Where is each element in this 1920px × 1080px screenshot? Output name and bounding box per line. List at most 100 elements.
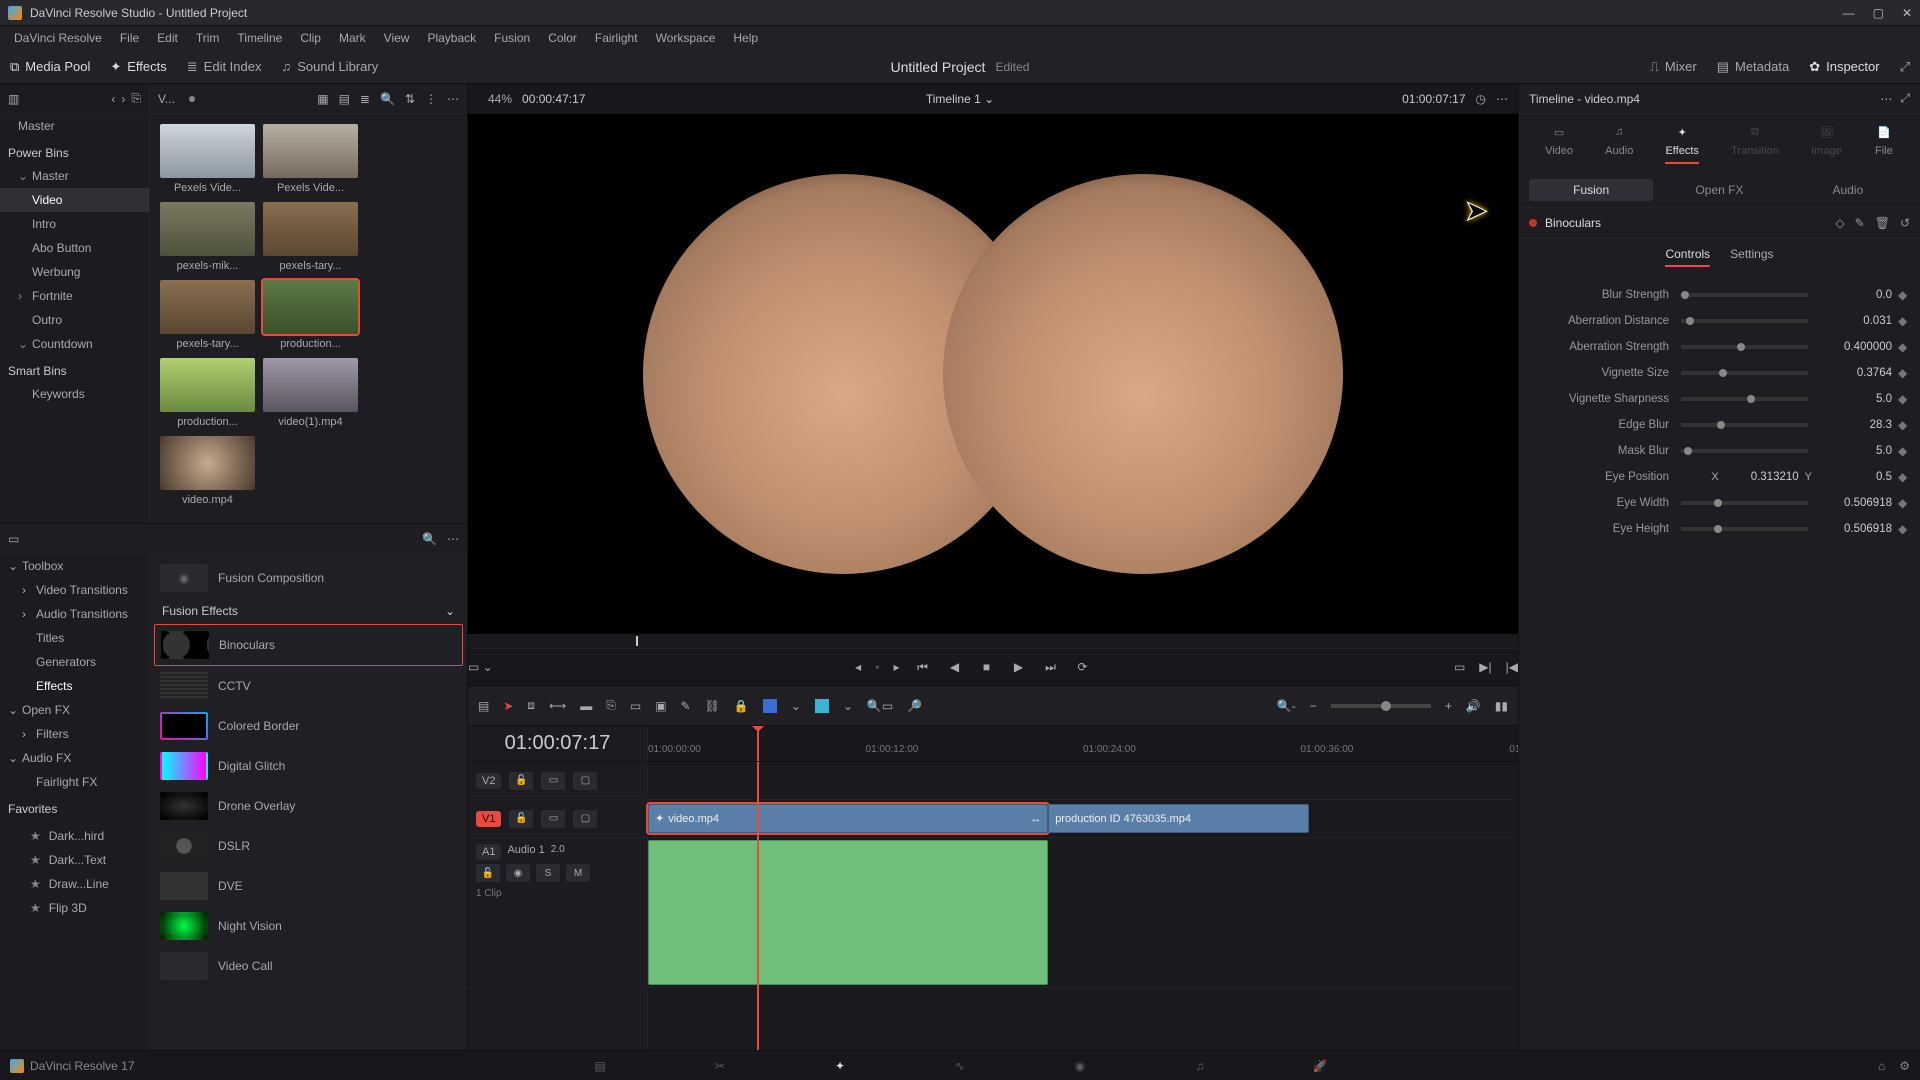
play-icon[interactable]: ▶ [1010,658,1028,676]
fx-binoculars[interactable]: Binoculars [154,624,463,666]
viewer-more-icon[interactable]: ⋯ [1496,92,1508,106]
bin-video[interactable]: Video [0,188,149,212]
inspector-tab-video[interactable]: ▭Video [1545,122,1573,164]
media-pool-button[interactable]: ⧉Media Pool [10,59,90,75]
page-fairlight[interactable]: ♫ [1190,1056,1210,1076]
fx-tree-dark...hird[interactable]: ★Dark...hird [0,824,149,848]
param-value[interactable]: 0.031 [1820,315,1892,327]
more-icon[interactable]: ⋯ [447,92,459,106]
param-value[interactable]: 5.0 [1820,393,1892,405]
bin-abo-button[interactable]: Abo Button [0,236,149,260]
zoom-slider[interactable] [1331,704,1431,708]
param-slider[interactable] [1681,423,1808,427]
arm-a1[interactable]: ◉ [506,864,530,882]
keyframe-icon[interactable]: ◆ [1898,314,1910,328]
param-value[interactable]: 0.506918 [1820,497,1892,509]
param-value[interactable]: 0.3764 [1820,367,1892,379]
menu-workspace[interactable]: Workspace [648,28,724,48]
menu-timeline[interactable]: Timeline [229,28,290,48]
lock-v2-icon[interactable]: 🔓 [509,772,533,790]
stop-icon[interactable]: ■ [978,658,996,676]
go-start-icon[interactable]: |◀ [1506,660,1518,674]
fx-colored-border[interactable]: Colored Border [154,706,463,746]
timeline-name[interactable]: Timeline 1 ⌄ [926,92,994,106]
menu-help[interactable]: Help [725,28,766,48]
effects-button[interactable]: ✦Effects [110,59,166,75]
bin-master[interactable]: Master [0,114,149,138]
track-a1[interactable] [648,838,1518,988]
step-back-icon[interactable]: ◀ [946,658,964,676]
clip-thumb[interactable]: production... [263,280,358,350]
bin-filter-icon[interactable]: ⎘ [131,91,141,106]
next-edit-icon[interactable]: ▸ [893,660,899,674]
zoom-out-icon[interactable]: 🔍- [1277,699,1296,713]
clip-thumb[interactable]: Pexels Vide... [263,124,358,194]
bin-outro[interactable]: Outro [0,308,149,332]
edit-index-button[interactable]: ≣Edit Index [187,59,262,75]
home-icon[interactable]: ⌂ [1878,1059,1885,1073]
track-head-v1[interactable]: V1 🔓 ▭ ▢ [468,800,647,838]
sound-library-button[interactable]: ♫Sound Library [282,59,379,74]
timeline-ruler[interactable]: 01:00:00:0001:00:12:0001:00:24:0001:00:3… [648,726,1518,761]
param-slider[interactable] [1681,371,1808,375]
page-fusion[interactable]: ∿ [950,1056,970,1076]
menu-clip[interactable]: Clip [292,28,329,48]
bin-master[interactable]: ⌄Master [0,164,149,188]
zoom-plus[interactable]: + [1445,699,1452,713]
trim-tool-icon[interactable]: ⧈ [527,698,535,713]
expand-button[interactable]: ⤢ [1900,59,1910,75]
clip-production[interactable]: production ID 4763035.mp4 [1048,804,1309,833]
clip-thumb[interactable]: pexels-tary... [263,202,358,272]
disable-v2[interactable]: ▢ [573,772,597,790]
keyframe-icon[interactable]: ◆ [1898,522,1910,536]
fx-reset-icon[interactable]: ↺ [1900,216,1910,230]
page-deliver[interactable]: 🚀 [1310,1056,1330,1076]
smart-bin-keywords[interactable]: Keywords [0,382,149,406]
razor-icon[interactable]: ✎ [681,699,691,713]
clip-thumb[interactable]: production... [160,358,255,428]
solo-a1[interactable]: S [536,864,560,882]
eyepos-x[interactable]: 0.313210 [1727,471,1799,483]
fx-tree-dark...text[interactable]: ★Dark...Text [0,848,149,872]
fx-fusion-composition[interactable]: ◉ Fusion Composition [154,558,463,598]
first-frame-icon[interactable]: ⏮ [914,658,932,676]
track-v2[interactable] [648,762,1518,800]
keyframe-icon[interactable]: ◆ [1898,418,1910,432]
bin-next[interactable]: › [121,92,125,106]
fx-delete-icon[interactable]: 🗑 [1875,216,1890,230]
keyframe-icon[interactable]: ◆ [1898,392,1910,406]
sort-dropdown[interactable]: V... [158,92,175,106]
prev-edit-icon[interactable]: ◂ [855,660,861,674]
track-head-a1[interactable]: A1 Audio 1 2.0 🔓 ◉ S M 1 Clip [468,838,647,988]
zoom-minus[interactable]: − [1310,699,1317,713]
clip-thumb[interactable]: video.mp4 [160,436,255,506]
flag-blue-dropdown[interactable]: ⌄ [791,699,801,713]
inspector-expand-icon[interactable]: ⤢ [1900,91,1910,106]
flag-cyan[interactable] [815,699,829,713]
inspector-tab-effects[interactable]: ✦Effects [1665,122,1698,164]
inspector-more-icon[interactable]: ⋯ [1880,92,1892,106]
param-slider[interactable] [1681,449,1808,453]
param-slider[interactable] [1681,345,1808,349]
fx-search-icon[interactable]: 🔍 [422,532,437,546]
fx-keyframe-icon[interactable]: ◇ [1835,216,1844,230]
bin-werbung[interactable]: Werbung [0,260,149,284]
selection-tool-icon[interactable]: ➤ [503,699,513,713]
menu-fairlight[interactable]: Fairlight [587,28,646,48]
inspector-tab-transition[interactable]: ⧉Transition [1731,122,1779,164]
fx-video-call[interactable]: Video Call [154,946,463,986]
fx-tree-audio-transitions[interactable]: ›Audio Transitions [0,602,149,626]
last-frame-icon[interactable]: ⏭ [1042,658,1060,676]
view-thumb-icon[interactable]: ▦ [317,92,328,106]
bin-prev[interactable]: ‹ [111,92,115,106]
menu-davinci-resolve[interactable]: DaVinci Resolve [6,28,110,48]
metadata-button[interactable]: ▤Metadata [1717,59,1790,75]
param-value[interactable]: 5.0 [1820,445,1892,457]
bin-intro[interactable]: Intro [0,212,149,236]
param-value[interactable]: 0.400000 [1820,341,1892,353]
flag-cyan-dropdown[interactable]: ⌄ [843,699,853,713]
overwrite-clip-icon[interactable]: ▭ [630,699,641,713]
bin-view-toggle[interactable]: ▥ [8,92,19,106]
menu-edit[interactable]: Edit [149,28,186,48]
menu-view[interactable]: View [376,28,418,48]
